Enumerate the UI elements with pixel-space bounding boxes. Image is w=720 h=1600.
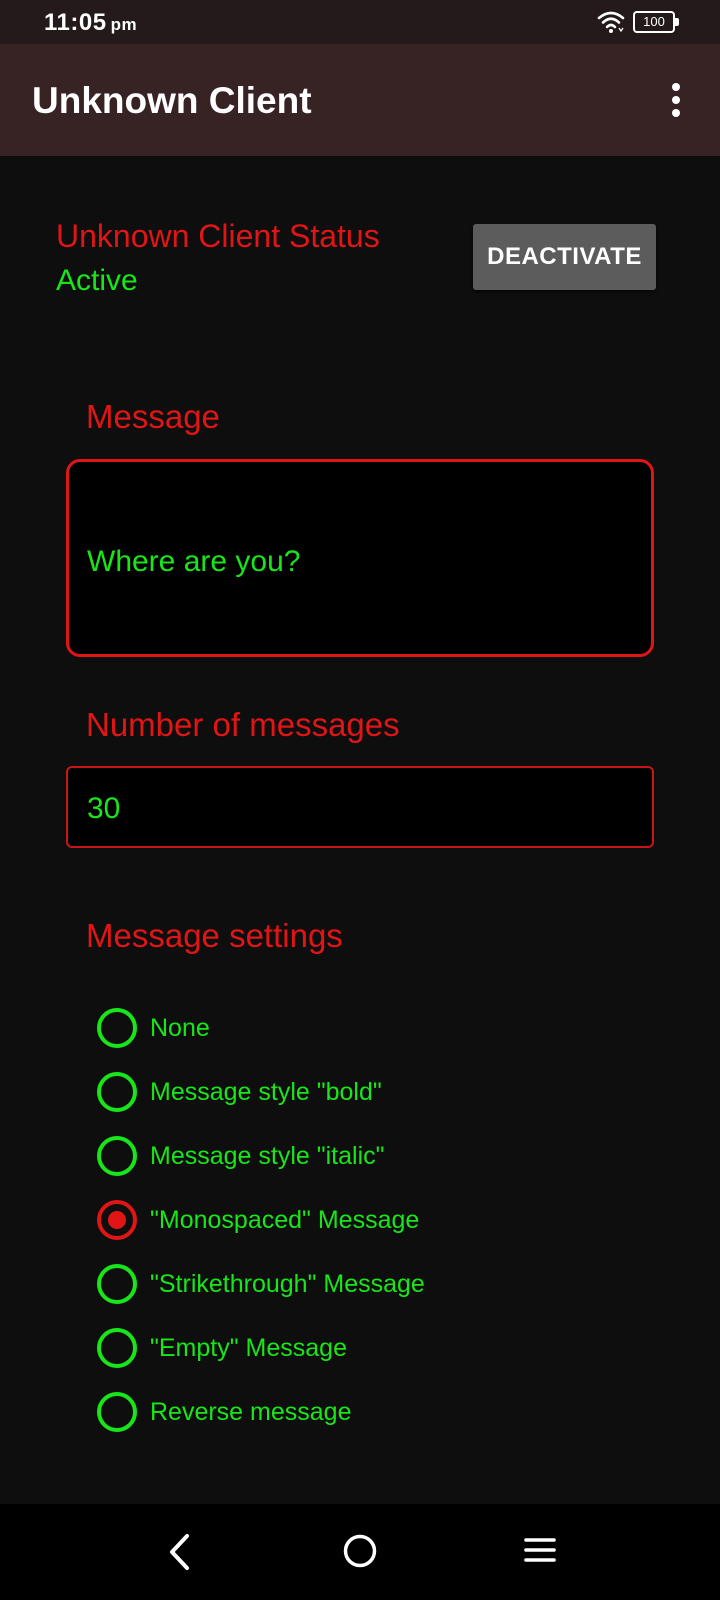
battery-level: 100 [643,14,665,29]
wifi-icon [597,11,625,33]
radio-label: Message style "bold" [150,1077,382,1106]
message-input-value: Where are you? [87,545,301,578]
radio-option-monospaced[interactable]: "Monospaced" Message [97,1199,419,1241]
radio-label: Message style "italic" [150,1141,385,1170]
count-input[interactable]: 30 [66,766,654,848]
back-icon[interactable] [165,1532,195,1572]
settings-label: Message settings [86,917,343,954]
count-input-value: 30 [87,792,121,825]
radio-button-icon [97,1328,137,1368]
client-status-value: Active [56,264,138,297]
radio-button-icon [97,1008,137,1048]
radio-label: None [150,1013,210,1042]
message-input[interactable]: Where are you? [66,459,654,657]
radio-label: "Empty" Message [150,1333,347,1362]
radio-button-icon [97,1136,137,1176]
radio-label: Reverse message [150,1397,352,1426]
radio-option-strikethrough[interactable]: "Strikethrough" Message [97,1263,425,1305]
navigation-bar [0,1504,720,1600]
recents-icon[interactable] [523,1535,557,1565]
screen: 11:05 pm 100 Unknown Client Unknown Clien… [0,0,720,1600]
message-label: Message [86,398,220,435]
home-icon[interactable] [343,1534,377,1568]
radio-label: "Monospaced" Message [150,1205,420,1234]
radio-option-reverse[interactable]: Reverse message [97,1391,351,1433]
radio-button-icon [97,1072,137,1112]
clock-time: 11:05 [44,9,107,36]
radio-label: "Strikethrough" Message [150,1269,425,1298]
battery-icon: 100 [633,11,679,33]
menu-dot [672,109,680,117]
radio-option-none[interactable]: None [97,1007,210,1049]
app-bar: Unknown Client [0,44,720,156]
more-vert-icon[interactable] [660,79,692,121]
count-label: Number of messages [86,706,400,743]
radio-option-empty[interactable]: "Empty" Message [97,1327,347,1369]
radio-option-bold[interactable]: Message style "bold" [97,1071,382,1113]
radio-option-italic[interactable]: Message style "italic" [97,1135,385,1177]
radio-button-checked-icon [97,1200,137,1240]
clock-ampm: pm [110,15,138,34]
app-title: Unknown Client [32,80,312,121]
clock: 11:05 pm [44,9,137,37]
deactivate-button[interactable]: DEACTIVATE [473,224,656,290]
radio-button-icon [97,1392,137,1432]
status-bar: 11:05 pm 100 [0,0,720,44]
client-status-title: Unknown Client Status [56,218,380,254]
menu-dot [672,96,680,104]
menu-dot [672,83,680,91]
radio-button-icon [97,1264,137,1304]
